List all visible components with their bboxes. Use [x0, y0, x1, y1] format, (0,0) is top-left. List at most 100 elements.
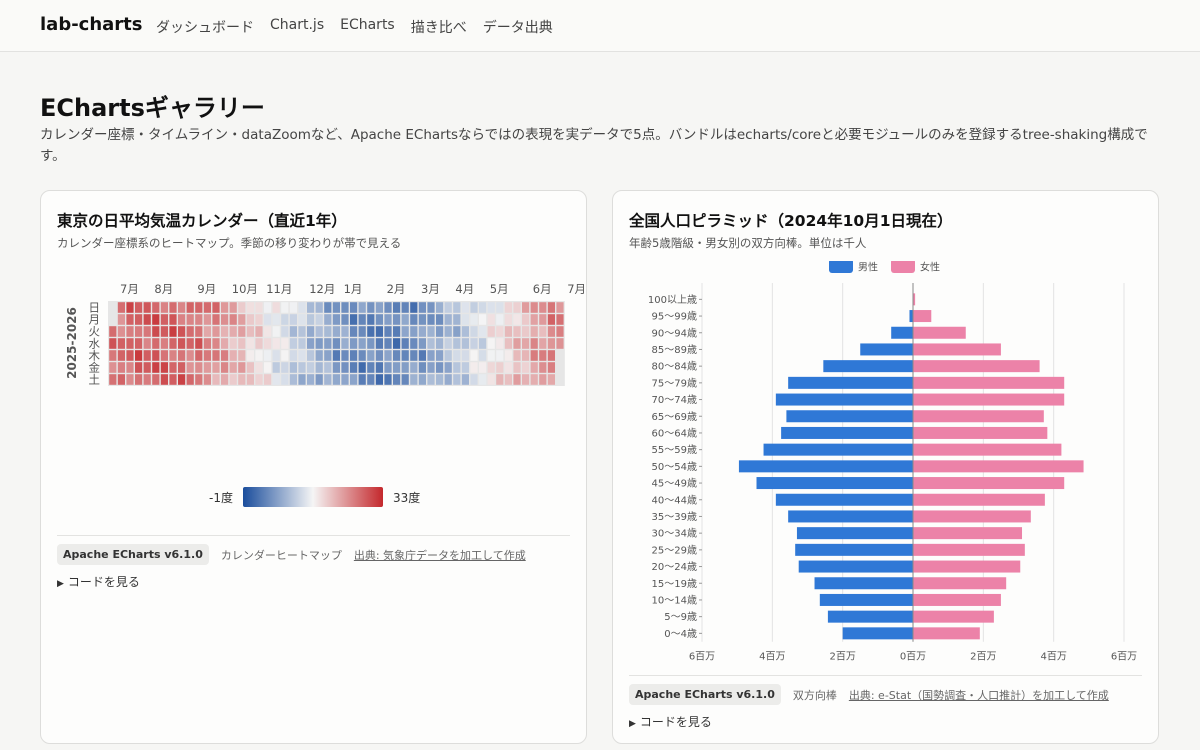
heatmap-cell	[479, 350, 487, 361]
heatmap-cell	[169, 326, 177, 337]
heatmap-cell	[307, 338, 315, 349]
heatmap-cell	[195, 326, 203, 337]
bar	[786, 410, 913, 423]
heatmap-cell	[444, 314, 452, 325]
category-label: 60〜64歳	[652, 427, 697, 439]
heatmap-cell	[186, 302, 194, 313]
heatmap-cell	[212, 302, 220, 313]
heatmap-cell	[504, 338, 512, 349]
heatmap-cell	[470, 302, 478, 313]
source-link[interactable]: 出典: e-Stat（国勢調査・人口推計）を加工して作成	[849, 687, 1109, 703]
heatmap-cell	[117, 374, 125, 385]
heatmap-cell	[307, 302, 315, 313]
heatmap-cell	[238, 326, 246, 337]
category-label: 35〜39歳	[652, 511, 697, 523]
category-label: 5〜9歳	[664, 611, 697, 623]
heatmap-cell	[539, 302, 547, 313]
main-nav: ダッシュボード Chart.js ECharts 描き比べ データ出典	[156, 17, 553, 37]
heatmap-cell	[143, 338, 151, 349]
heatmap-cell	[393, 338, 401, 349]
heatmap-cell	[436, 362, 444, 373]
heatmap-cell	[384, 302, 392, 313]
heatmap-cell	[238, 338, 246, 349]
brand-logo[interactable]: lab-charts	[40, 14, 143, 35]
heatmap-cell	[547, 326, 555, 337]
source-link[interactable]: 出典: 気象庁データを加工して作成	[354, 547, 526, 563]
nav-data-sources[interactable]: データ出典	[483, 17, 553, 37]
heatmap-cell	[264, 362, 272, 373]
heatmap-cell	[246, 374, 254, 385]
heatmap-cell	[539, 338, 547, 349]
heatmap-cell	[281, 338, 289, 349]
heatmap-cell	[479, 326, 487, 337]
heatmap-cell	[367, 374, 375, 385]
nav-chartjs[interactable]: Chart.js	[270, 17, 324, 37]
heatmap-cell	[436, 374, 444, 385]
heatmap-cell	[272, 326, 280, 337]
heatmap-cell	[470, 326, 478, 337]
nav-echarts[interactable]: ECharts	[340, 17, 395, 37]
heatmap-cell	[444, 350, 452, 361]
bar	[796, 527, 913, 540]
heatmap-cell	[547, 350, 555, 361]
triangle-right-icon: ▶	[629, 719, 636, 729]
heatmap-cell	[427, 338, 435, 349]
bar	[814, 577, 913, 590]
heatmap-cell	[513, 314, 521, 325]
heatmap-cell	[393, 374, 401, 385]
nav-dashboard[interactable]: ダッシュボード	[156, 17, 254, 37]
bar	[775, 393, 913, 406]
heatmap-cell	[221, 362, 229, 373]
bar	[913, 610, 994, 623]
heatmap-cell	[307, 314, 315, 325]
heatmap-cell	[358, 362, 366, 373]
heatmap-cell	[126, 362, 134, 373]
x-tick-label: 2百万	[970, 651, 996, 663]
heatmap-cell	[513, 302, 521, 313]
heatmap-cell	[332, 314, 340, 325]
calendar-heatmap-chart[interactable]: 7月 8月 9月 10月 11月 12月 1月 2月 3月 4月 5月 6月 7月日月火水木金土 2025…	[41, 271, 586, 541]
heatmap-cell	[332, 362, 340, 373]
legend-swatch	[891, 261, 915, 273]
heatmap-cell	[522, 374, 530, 385]
heatmap-cell	[556, 314, 564, 325]
heatmap-cell	[358, 314, 366, 325]
bar	[798, 560, 913, 573]
heatmap-cell	[444, 302, 452, 313]
heatmap-cell	[109, 326, 117, 337]
view-code-toggle[interactable]: ▶ コードを見る	[629, 713, 712, 730]
heatmap-cell	[246, 302, 254, 313]
x-tick-label: 4百万	[759, 651, 785, 663]
heatmap-cell	[375, 326, 383, 337]
heatmap-cell	[126, 338, 134, 349]
heatmap-cell	[160, 314, 168, 325]
heatmap-cell	[298, 350, 306, 361]
category-label: 15〜19歳	[652, 578, 697, 590]
heatmap-cell	[246, 314, 254, 325]
population-pyramid-chart[interactable]: 男性 女性 100以上歳 95〜99歳 90〜94歳 85〜89歳 80〜84歳 75〜79歳…	[613, 261, 1158, 671]
heatmap-cell	[332, 350, 340, 361]
heatmap-cell	[427, 374, 435, 385]
bar	[913, 410, 1044, 423]
heatmap-cell	[143, 374, 151, 385]
heatmap-cell	[281, 350, 289, 361]
heatmap-cell	[487, 374, 495, 385]
heatmap-cell	[255, 350, 263, 361]
bar	[913, 627, 980, 640]
heatmap-cell	[255, 302, 263, 313]
heatmap-cell	[522, 350, 530, 361]
heatmap-cell	[332, 326, 340, 337]
heatmap-cell	[410, 314, 418, 325]
year-label: 2025-2026	[65, 307, 79, 379]
heatmap-cell	[487, 338, 495, 349]
heatmap-cell	[195, 362, 203, 373]
heatmap-cell	[504, 374, 512, 385]
heatmap-cell	[246, 326, 254, 337]
heatmap-cell	[160, 326, 168, 337]
heatmap-cell	[324, 314, 332, 325]
heatmap-cell	[221, 350, 229, 361]
view-code-toggle[interactable]: ▶ コードを見る	[57, 573, 140, 590]
nav-compare[interactable]: 描き比べ	[411, 17, 467, 37]
heatmap-cell	[547, 362, 555, 373]
heatmap-cell	[186, 350, 194, 361]
